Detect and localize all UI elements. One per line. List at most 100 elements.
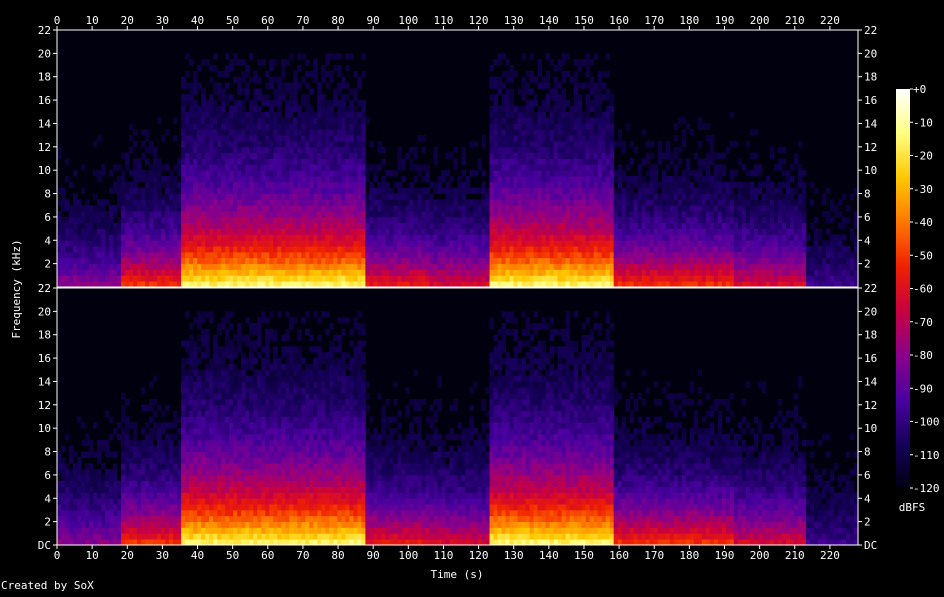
- spectrogram-cell: [557, 105, 563, 113]
- spectrogram-cell: [157, 193, 162, 200]
- spectrogram-cell: [505, 88, 510, 95]
- spectrogram-cell: [297, 53, 302, 60]
- spectrogram-cell: [693, 152, 699, 159]
- spectrogram-cell: [517, 216, 522, 224]
- spectrogram-cell: [329, 187, 334, 194]
- spectrogram-cell: [365, 176, 370, 183]
- spectrogram-cell: [497, 135, 502, 142]
- spectrogram-cell: [273, 246, 278, 253]
- spectrogram-cell: [781, 211, 787, 218]
- spectrogram-cell: [729, 176, 735, 183]
- spectrogram-cell: [113, 275, 118, 282]
- spectrogram-cell: [677, 257, 683, 265]
- spectrogram-cell: [769, 205, 775, 212]
- spectrogram-cell: [597, 111, 603, 119]
- spectrogram-cell: [121, 251, 126, 259]
- spectrogram-cell: [661, 187, 667, 194]
- spectrogram-cell: [701, 234, 707, 241]
- spectrogram-cell: [637, 187, 643, 194]
- spectrogram-cell: [229, 59, 234, 66]
- spectrogram-cell: [777, 257, 783, 265]
- spectrogram-cell: [253, 199, 258, 206]
- spectrogram-cell: [601, 187, 607, 194]
- spectrogram-cell: [521, 88, 526, 95]
- spectrogram-cell: [449, 234, 454, 241]
- spectrogram-cell: [273, 205, 278, 212]
- spectrogram-cell: [653, 275, 659, 282]
- spectrogram-cell: [545, 281, 551, 288]
- spectrogram-cell: [605, 158, 611, 165]
- spectrogram-cell: [541, 146, 547, 154]
- spectrogram-cell: [597, 211, 603, 218]
- spectrogram-cell: [85, 240, 90, 247]
- spectrogram-cell: [269, 164, 274, 171]
- spectrogram-cell: [353, 170, 358, 177]
- spectrogram-cell: [193, 76, 198, 83]
- spectrogram-cell: [245, 164, 250, 171]
- spectrogram-cell: [653, 234, 659, 241]
- spectrogram-cell: [741, 281, 747, 288]
- spectrogram-cell: [473, 199, 478, 206]
- spectrogram-cell: [541, 129, 547, 136]
- spectrogram-cell: [489, 269, 494, 276]
- spectrogram-cell: [745, 234, 751, 241]
- spectrogram-cell: [77, 205, 82, 212]
- spectrogram-cell: [61, 216, 66, 224]
- spectrogram-cell: [361, 211, 366, 218]
- spectrogram-cell: [165, 211, 170, 218]
- spectrogram-cell: [341, 257, 346, 265]
- spectrogram-cell: [761, 257, 767, 265]
- spectrogram-cell: [681, 251, 687, 259]
- spectrogram-cell: [573, 59, 579, 66]
- spectrogram-cell: [253, 135, 258, 142]
- spectrogram-cell: [709, 275, 715, 282]
- spectrogram-cell: [77, 199, 82, 206]
- spectrogram-cell: [229, 211, 234, 218]
- spectrogram-cell: [521, 82, 526, 89]
- spectrogram-cell: [69, 275, 74, 282]
- spectrogram-cell: [801, 199, 807, 206]
- spectrogram-cell: [317, 246, 322, 253]
- spectrogram-cell: [129, 146, 134, 154]
- spectrogram-cell: [297, 176, 302, 183]
- spectrogram-cell: [221, 135, 226, 142]
- spectrogram-cell: [681, 205, 687, 212]
- spectrogram-cell: [393, 205, 398, 212]
- spectrogram-cell: [257, 263, 262, 270]
- spectrogram-cell: [221, 88, 226, 95]
- spectrogram-cell: [561, 205, 567, 212]
- spectrogram-cell: [201, 211, 206, 218]
- spectrogram-cell: [569, 193, 575, 200]
- spectrogram-cell: [421, 246, 426, 253]
- spectrogram-cell: [125, 152, 130, 159]
- spectrogram-cell: [493, 100, 498, 107]
- spectrogram-cell: [577, 135, 583, 142]
- spectrogram-cell: [505, 257, 510, 265]
- spectrogram-cell: [113, 240, 118, 247]
- spectrogram-cell: [329, 164, 334, 171]
- spectrogram-cell: [497, 140, 502, 148]
- spectrogram-cell: [529, 216, 534, 224]
- spectrogram-cell: [305, 105, 310, 113]
- spectrogram-cell: [729, 199, 735, 206]
- spectrogram-cell: [489, 228, 494, 235]
- spectrogram-cell: [265, 199, 270, 206]
- spectrogram-cell: [341, 234, 346, 241]
- spectrogram-cell: [205, 123, 210, 130]
- spectrogram-cell: [257, 59, 262, 66]
- spectrogram-cell: [473, 234, 478, 241]
- spectrogram-cell: [833, 269, 839, 276]
- spectrogram-cell: [753, 269, 759, 276]
- spectrogram-cell: [305, 228, 310, 235]
- spectrogram-cell: [525, 82, 530, 89]
- spectrogram-cell: [241, 105, 246, 113]
- spectrogram-cell: [237, 146, 242, 154]
- spectrogram-cell: [381, 257, 386, 265]
- spectrogram-cell: [409, 263, 414, 270]
- spectrogram-cell: [65, 176, 70, 183]
- spectrogram-cell: [505, 216, 510, 224]
- spectrogram-cell: [149, 193, 154, 200]
- spectrogram-cell: [785, 257, 791, 265]
- spectrogram-cell: [577, 82, 583, 89]
- spectrogram-cell: [557, 240, 563, 247]
